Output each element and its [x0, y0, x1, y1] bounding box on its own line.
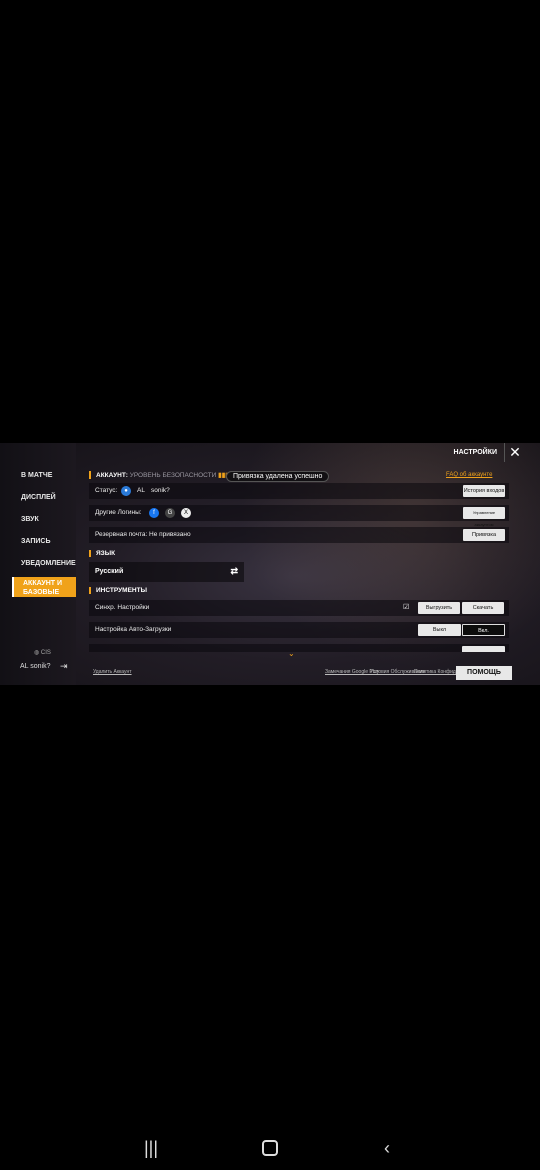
tools-heading: ИНСТРУМЕНТЫ — [89, 587, 147, 594]
sidebar-item-display[interactable]: ДИСПЛЕЙ — [12, 494, 76, 501]
account-label: АККАУНТ: — [96, 472, 128, 479]
status-row: Статус: ● AL sonik? История входов — [89, 483, 509, 499]
account-heading: АККАУНТ: УРОВЕНЬ БЕЗОПАСНОСТИ ▮▮▯ — [89, 471, 229, 479]
user-name: sonik? — [30, 663, 51, 670]
back-icon[interactable]: ‹ — [384, 1138, 390, 1159]
region-label: CIS — [40, 650, 51, 656]
recent-apps-icon[interactable]: ||| — [144, 1138, 158, 1159]
other-logins-label: Другие Логины: — [95, 509, 142, 516]
sidebar-item-sound[interactable]: ЗВУК — [12, 516, 76, 523]
faq-link-text[interactable]: FAQ об аккаунте — [446, 472, 492, 478]
settings-screen: В МАТЧЕ ДИСПЛЕЙ ЗВУК ЗАПИСЬ УВЕДОМЛЕНИЕ … — [0, 443, 540, 685]
bind-email-button[interactable]: Привязка — [463, 529, 505, 541]
account-platform-icon: ● — [121, 486, 131, 496]
backup-email-value: Не привязано — [149, 531, 191, 538]
faq-link[interactable]: FAQ об аккаунте — [446, 472, 492, 478]
facebook-icon[interactable]: f — [149, 508, 159, 518]
settings-sidebar: В МАТЧЕ ДИСПЛЕЙ ЗВУК ЗАПИСЬ УВЕДОМЛЕНИЕ … — [0, 443, 76, 685]
x-twitter-icon[interactable]: X — [181, 508, 191, 518]
sidebar-item-in-match[interactable]: В МАТЧЕ — [12, 472, 76, 479]
scroll-down-icon[interactable]: ⌄ — [288, 649, 295, 658]
backup-email-label: Резервная почта: — [95, 531, 148, 538]
home-icon[interactable] — [262, 1140, 278, 1156]
sidebar-item-record[interactable]: ЗАПИСЬ — [12, 538, 76, 545]
sync-settings-row: Синхр. Настройки ☑ Выгрузить Скачать — [89, 600, 509, 616]
region-indicator: ◍ CIS — [34, 649, 51, 656]
login-history-button[interactable]: История входов — [463, 485, 505, 497]
other-logins-row: Другие Логины: f G X Управление аккаунто… — [89, 505, 509, 527]
autoload-off-button[interactable]: Выкл — [418, 624, 461, 636]
globe-icon: ◍ — [34, 650, 40, 656]
close-icon[interactable]: ✕ — [504, 443, 525, 462]
status-prefix: AL — [137, 487, 145, 494]
security-level-label: УРОВЕНЬ БЕЗОПАСНОСТИ — [129, 472, 217, 479]
autoload-row: Настройка Авто-Загрузки Выкл Вкл. — [89, 622, 509, 638]
delete-account-link[interactable]: Удалить Аккаунт — [93, 669, 132, 675]
language-select[interactable]: Русский ⇄ — [89, 562, 244, 582]
autoload-on-button[interactable]: Вкл. — [462, 624, 505, 636]
partial-row-button[interactable] — [462, 646, 505, 652]
user-prefix: AL — [20, 663, 29, 670]
user-row: AL sonik? — [20, 663, 51, 670]
manage-account-button[interactable]: Управление аккаунтом — [463, 507, 505, 527]
autoload-label: Настройка Авто-Загрузки — [95, 626, 172, 633]
page-title: НАСТРОЙКИ — [453, 449, 497, 456]
edit-icon[interactable]: ☑ — [403, 603, 409, 611]
language-value: Русский — [95, 568, 124, 575]
swap-arrows-icon: ⇄ — [230, 566, 238, 576]
download-button[interactable]: Скачать — [462, 602, 504, 614]
upload-button[interactable]: Выгрузить — [418, 602, 460, 614]
google-icon[interactable]: G — [165, 508, 175, 518]
backup-email-row: Резервная почта: Не привязано Привязка — [89, 527, 509, 543]
logout-icon[interactable]: ⇥ — [60, 661, 68, 672]
sidebar-item-account[interactable]: АККАУНТ И БАЗОВЫЕ — [12, 577, 76, 597]
sidebar-item-notification[interactable]: УВЕДОМЛЕНИЕ — [12, 560, 76, 567]
toast-message: Привязка удалена успешно — [226, 471, 330, 482]
language-heading: ЯЗЫК — [89, 550, 115, 557]
status-name: sonik? — [151, 487, 170, 494]
partial-row — [89, 644, 509, 652]
sync-settings-label: Синхр. Настройки — [95, 604, 150, 611]
top-bar: НАСТРОЙКИ ✕ — [76, 443, 540, 463]
help-button[interactable]: ПОМОЩЬ — [456, 666, 512, 680]
status-label: Статус: — [95, 487, 118, 494]
